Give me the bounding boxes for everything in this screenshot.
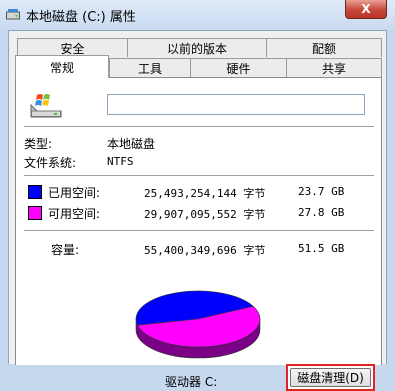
tab-quota[interactable]: 配额: [266, 38, 382, 57]
general-panel: 类型: 本地磁盘 文件系统: NTFS 已用空间: 25,493,254,144…: [15, 77, 382, 391]
separator: [24, 175, 374, 176]
capacity-label: 容量:: [51, 243, 80, 257]
separator: [24, 230, 374, 231]
used-space-gb: 23.7 GB: [298, 185, 345, 198]
free-space-bytes: 29,907,095,552 字节: [144, 208, 266, 221]
window-title: 本地磁盘 (C:) 属性: [26, 10, 136, 25]
type-label: 类型:: [24, 137, 53, 151]
tab-sharing[interactable]: 共享: [286, 58, 382, 77]
free-space-gb: 27.8 GB: [298, 206, 345, 219]
drive-windows-icon: [30, 94, 62, 118]
capacity-gb: 51.5 GB: [298, 242, 345, 255]
used-space-label: 已用空间:: [48, 186, 101, 200]
used-space-swatch: [28, 185, 42, 199]
tab-hardware[interactable]: 硬件: [190, 58, 287, 77]
tab-previous-versions[interactable]: 以前的版本: [127, 38, 267, 57]
tab-tools[interactable]: 工具: [109, 58, 191, 77]
volume-name-input[interactable]: [107, 94, 365, 115]
tab-general[interactable]: 常规: [15, 55, 109, 78]
disk-usage-pie-chart: [135, 290, 261, 359]
drive-label: 驱动器 C:: [165, 375, 218, 389]
capacity-bytes: 55,400,349,696 字节: [144, 244, 266, 257]
properties-dialog: 安全 以前的版本 配额 常规 工具 硬件 共享 类型: 本地磁盘 文件系统: N…: [8, 30, 387, 391]
disk-cleanup-button-label[interactable]: 磁盘清理(D): [290, 368, 371, 387]
close-button[interactable]: X: [345, 0, 387, 19]
separator: [24, 126, 374, 127]
used-space-bytes: 25,493,254,144 字节: [144, 187, 266, 200]
disk-cleanup-button[interactable]: 磁盘清理(D): [286, 364, 375, 391]
drive-icon: [6, 9, 20, 20]
filesystem-value: NTFS: [107, 155, 134, 168]
type-value: 本地磁盘: [107, 137, 156, 151]
filesystem-label: 文件系统:: [24, 156, 77, 170]
free-space-swatch: [28, 206, 42, 220]
free-space-label: 可用空间:: [48, 207, 101, 221]
title-bar: 本地磁盘 (C:) 属性 X: [0, 0, 395, 30]
